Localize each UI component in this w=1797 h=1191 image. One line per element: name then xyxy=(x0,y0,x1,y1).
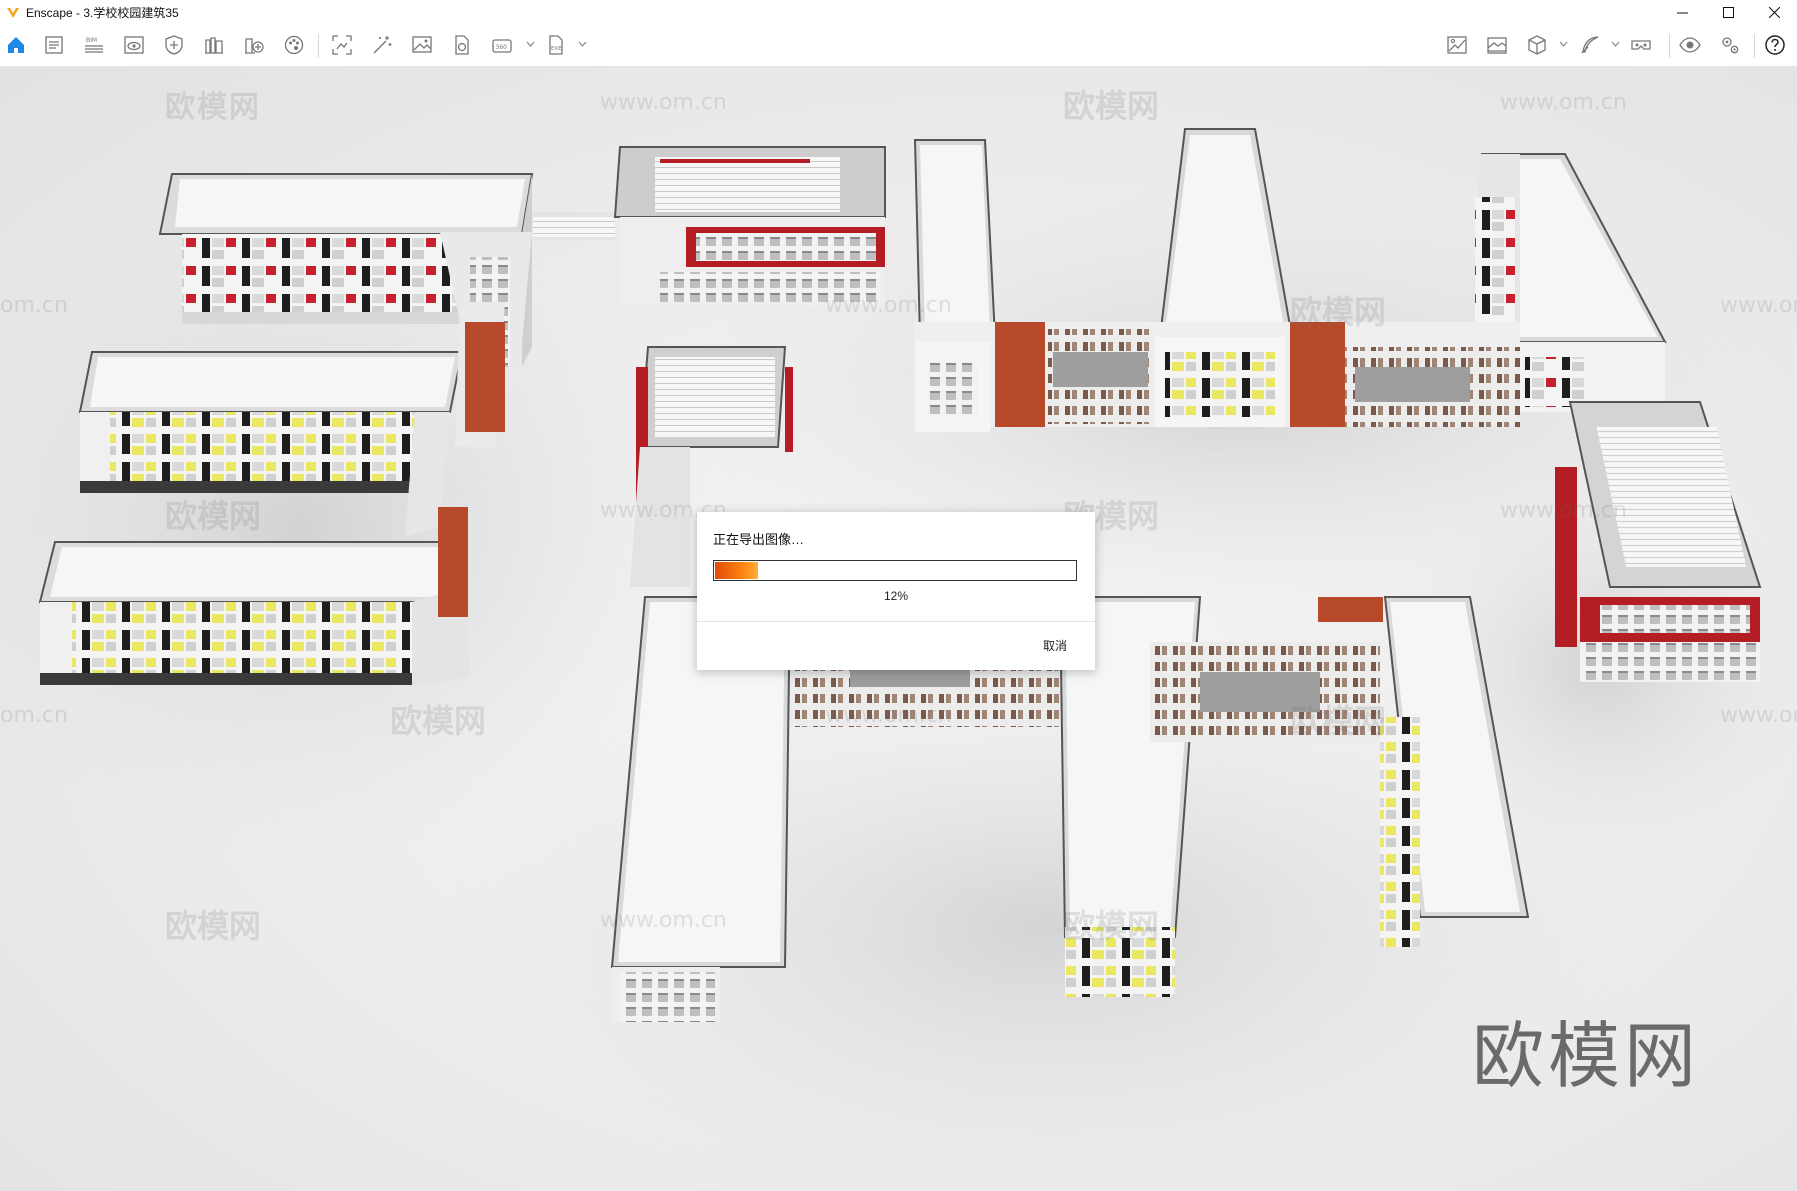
chevron-down-icon xyxy=(1559,41,1568,47)
atmosphere-button[interactable] xyxy=(1445,33,1469,57)
watermark-text: 欧模网 xyxy=(1290,293,1386,331)
watermark-text: 欧模网 xyxy=(1063,87,1159,125)
material-palette-icon xyxy=(284,35,304,55)
landscape-icon xyxy=(1487,37,1507,54)
cancel-button[interactable]: 取消 xyxy=(1043,637,1067,654)
dialog-divider xyxy=(697,621,1095,622)
add-library-button[interactable] xyxy=(242,33,266,57)
close-icon xyxy=(1768,6,1780,18)
toolbar-separator xyxy=(1754,34,1755,58)
landscape-button[interactable] xyxy=(1485,33,1509,57)
chevron-down-icon xyxy=(578,41,587,47)
chevron-down-icon xyxy=(526,41,535,47)
brush-dropdown[interactable] xyxy=(1611,41,1620,47)
watermark-url: om.cn xyxy=(0,293,68,318)
asset-library-button[interactable] xyxy=(202,33,226,57)
toolbar-separator xyxy=(318,34,319,58)
material-button[interactable] xyxy=(282,33,306,57)
watermark-text: 欧模网 xyxy=(165,90,261,125)
watermark-text: 欧模网 xyxy=(1063,907,1159,945)
cube-view-button[interactable] xyxy=(1525,33,1549,57)
exe-export-icon: EXE xyxy=(549,35,563,55)
svg-text:360: 360 xyxy=(496,44,508,51)
watermark-text: 欧模网 xyxy=(1290,702,1386,740)
toolbar-separator xyxy=(1669,34,1670,58)
main-toolbar: BIM 360 EXE xyxy=(0,24,1797,86)
settings-button[interactable] xyxy=(1718,33,1742,57)
document-export-icon xyxy=(455,35,469,55)
feather-brush-icon xyxy=(1581,36,1599,54)
cube-view-icon xyxy=(1528,35,1546,55)
window-controls xyxy=(1659,0,1797,24)
watermark-url: www.om.cn xyxy=(825,293,952,318)
watermark-text: 欧模网 xyxy=(165,907,261,945)
exe-export-button[interactable]: EXE xyxy=(544,33,568,57)
progress-percentage: 12% xyxy=(883,589,909,603)
watermark-url: www.om.cn xyxy=(1720,293,1797,318)
view-mode-button[interactable] xyxy=(122,33,146,57)
svg-text:BIM: BIM xyxy=(86,37,97,44)
watermark-url: www.om.cn xyxy=(1500,498,1627,523)
export-progress-bar xyxy=(713,560,1077,581)
enscape-logo-icon xyxy=(7,8,19,18)
render-image-button[interactable] xyxy=(410,33,434,57)
magic-wand-icon xyxy=(373,36,392,54)
eye-view-icon xyxy=(124,36,144,54)
dialog-title: 正在导出图像… xyxy=(713,532,805,547)
progress-fill xyxy=(715,562,758,579)
minimize-icon xyxy=(1676,12,1688,13)
maximize-button[interactable] xyxy=(1705,0,1751,24)
panorama-dropdown[interactable] xyxy=(526,41,535,47)
maximize-icon xyxy=(1722,6,1734,18)
help-button[interactable] xyxy=(1763,33,1787,57)
panorama-button[interactable]: 360 xyxy=(490,33,514,57)
visual-settings-button[interactable] xyxy=(1678,33,1702,57)
home-icon xyxy=(8,37,24,53)
home-button[interactable] xyxy=(4,33,28,57)
bim-icon: BIM xyxy=(85,37,103,53)
brush-button[interactable] xyxy=(1578,33,1602,57)
watermark-url: www.om.cn xyxy=(1720,703,1797,728)
watermark-url: www.om.cn xyxy=(600,90,727,115)
watermark-url: www.om.cn xyxy=(1500,90,1627,115)
bim-button[interactable]: BIM xyxy=(82,33,106,57)
watermark-large: 欧模网 xyxy=(1472,1014,1701,1098)
eye-visual-icon xyxy=(1679,37,1701,53)
shield-asset-icon xyxy=(165,35,183,55)
watermark-url: om.cn xyxy=(0,703,68,728)
vr-button[interactable] xyxy=(1629,33,1653,57)
close-button[interactable] xyxy=(1751,0,1797,24)
screenshot-icon xyxy=(332,35,352,55)
watermark-url: www.om.cn xyxy=(600,908,727,933)
minimize-button[interactable] xyxy=(1659,0,1705,24)
chevron-down-icon xyxy=(1611,41,1620,47)
library-icon xyxy=(205,37,223,54)
svg-text:EXE: EXE xyxy=(551,46,562,52)
asset-shield-button[interactable] xyxy=(162,33,186,57)
export-dropdown[interactable] xyxy=(578,41,587,47)
add-library-icon xyxy=(245,38,264,54)
screenshot-button[interactable] xyxy=(330,33,354,57)
image-export-icon xyxy=(412,36,432,53)
watermark-text: 欧模网 xyxy=(390,702,486,740)
magic-wand-button[interactable] xyxy=(370,33,394,57)
document-icon xyxy=(45,36,63,54)
export-progress-dialog: 正在导出图像… 12% 取消 xyxy=(697,512,1095,670)
window-title: Enscape - 3.学校校园建筑35 xyxy=(26,5,179,20)
watermark-url: www.om.cn xyxy=(825,703,952,728)
document-button[interactable] xyxy=(42,33,66,57)
cube-view-dropdown[interactable] xyxy=(1559,41,1568,47)
atmosphere-icon xyxy=(1447,36,1467,54)
vr-headset-icon xyxy=(1631,40,1651,50)
watermark-text: 欧模网 xyxy=(165,497,261,535)
batch-render-button[interactable] xyxy=(450,33,474,57)
panorama-360-icon: 360 xyxy=(492,39,512,53)
help-icon xyxy=(1765,35,1785,55)
settings-gear-icon xyxy=(1722,37,1739,54)
title-bar: Enscape - 3.学校校园建筑35 xyxy=(0,0,1797,24)
